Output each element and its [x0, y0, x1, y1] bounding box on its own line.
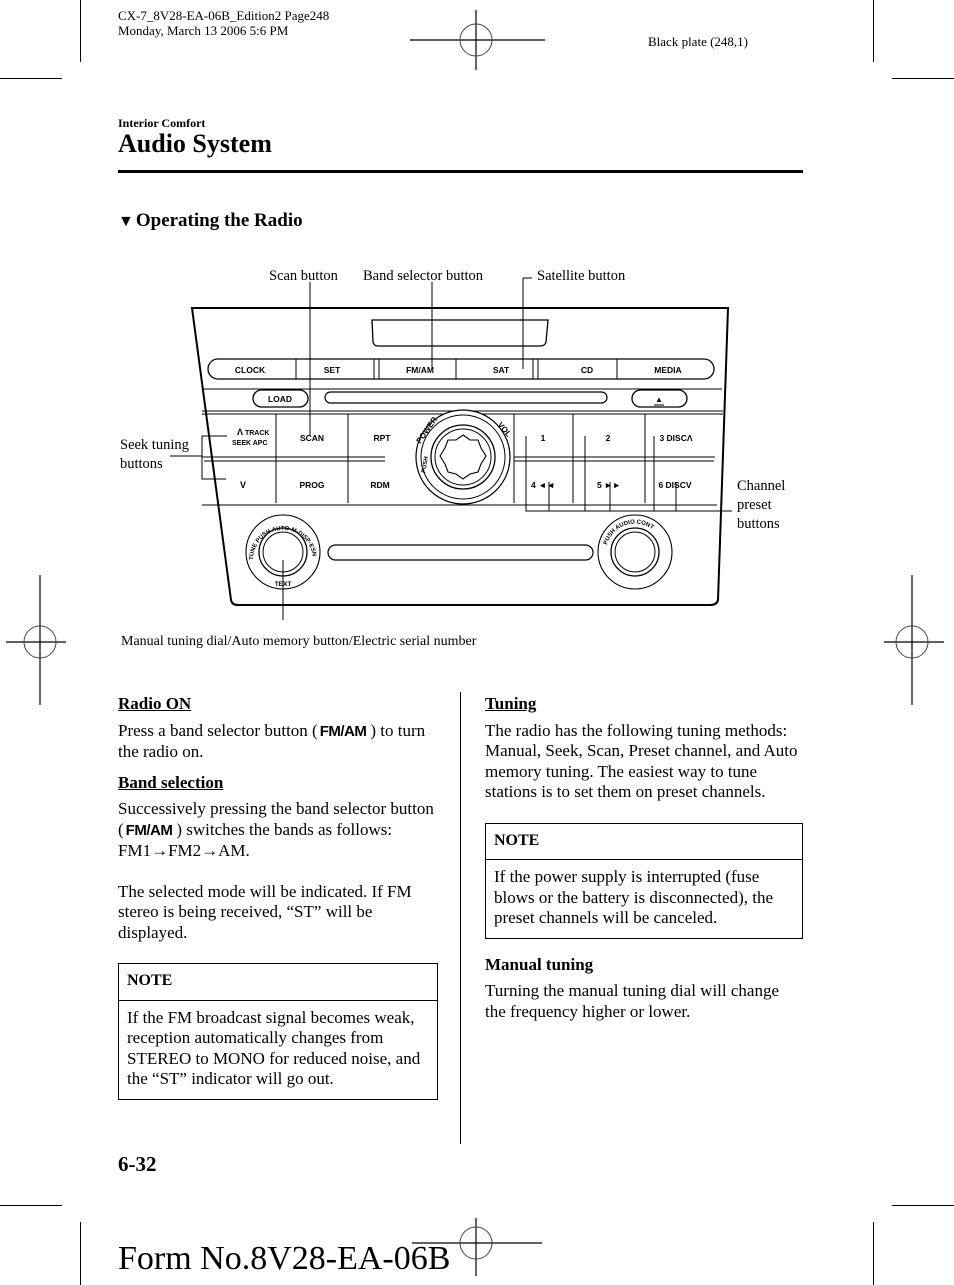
crop-mark — [0, 78, 62, 79]
preset-4-rewind[interactable]: 4 ◄◄ — [531, 480, 555, 490]
crop-mark — [873, 1222, 874, 1285]
button-rdm[interactable]: RDM — [370, 480, 389, 490]
crop-mark — [80, 1222, 81, 1285]
preset-2[interactable]: 2 — [606, 433, 611, 443]
button-cd[interactable]: CD — [581, 365, 593, 375]
button-clock[interactable]: CLOCK — [235, 365, 266, 375]
note-heading: NOTE — [486, 824, 802, 860]
triangle-down-icon: ▼ — [118, 213, 134, 230]
tuning-text: The radio has the following tuning metho… — [485, 720, 798, 802]
radio-on-heading: Radio ON — [118, 694, 192, 713]
subheading: ▼ Operating the Radio — [118, 210, 303, 232]
left-column: Radio ON Press a band selector button (F… — [118, 694, 438, 1100]
subheading-text: Operating the Radio — [135, 210, 303, 231]
button-sat[interactable]: SAT — [493, 365, 510, 375]
preset-6-disc-down[interactable]: 6 DISCV — [658, 480, 691, 490]
note-heading: NOTE — [119, 964, 437, 1001]
button-load[interactable]: LOAD — [268, 394, 292, 404]
button-seek-down[interactable]: V — [240, 480, 246, 490]
fm-am-button-glyph: FM/AM — [125, 821, 173, 839]
page-number: 6-32 — [118, 1152, 157, 1176]
crop-mark — [892, 78, 954, 79]
button-set[interactable]: SET — [324, 365, 341, 375]
band-selection-heading: Band selection — [118, 772, 224, 792]
registration-mark-left — [6, 575, 66, 705]
fm-am-button-glyph: FM/AM — [319, 722, 367, 740]
preset-5-forward[interactable]: 5 ►► — [597, 480, 621, 490]
seek-apc-label: SEEK APC — [232, 440, 268, 447]
radio-on-text: Press a band selector button (FM/AM) to … — [118, 720, 426, 762]
preset-1[interactable]: 1 — [541, 433, 546, 443]
band-selection-text: Successively pressing the band selector … — [118, 799, 434, 860]
crop-mark — [873, 0, 874, 62]
column-divider — [460, 692, 461, 1144]
button-rpt[interactable]: RPT — [374, 433, 392, 443]
button-prog[interactable]: PROG — [299, 480, 324, 490]
button-scan[interactable]: SCAN — [300, 433, 324, 443]
radio-panel-drawing: CLOCK SET FM/AM SAT CD MEDIA LOAD ▲ Λ TR… — [170, 277, 732, 620]
tuning-heading: Tuning — [485, 694, 537, 713]
title-rule — [118, 170, 803, 173]
radio-diagram: Scan button Band selector button Satelli… — [110, 260, 830, 660]
form-number: Form No.8V28-EA-06B — [118, 1240, 451, 1277]
note-body: If the FM broadcast signal becomes weak,… — [127, 1007, 421, 1089]
print-header-line1: CX-7_8V28-EA-06B_Edition2 Page248 — [118, 8, 330, 23]
preset-3-disc-up[interactable]: 3 DISCΛ — [659, 433, 692, 443]
crop-mark — [0, 1205, 62, 1206]
print-header-line2: Monday, March 13 2006 5:6 PM — [118, 23, 289, 38]
black-plate-label: Black plate (248,1) — [648, 34, 748, 49]
note-box-fm-signal: NOTE If the FM broadcast signal becomes … — [118, 963, 438, 1100]
manual-tuning-text: Turning the manual tuning dial will chan… — [485, 981, 779, 1021]
note-box-power-supply: NOTE If the power supply is interrupted … — [485, 822, 803, 939]
print-header-info: CX-7_8V28-EA-06B_Edition2 Page248 Monday… — [118, 8, 329, 38]
crop-mark — [80, 0, 81, 62]
registration-mark-right — [884, 575, 944, 705]
registration-mark-top — [410, 10, 545, 70]
crop-mark — [892, 1205, 954, 1206]
button-eject[interactable]: ▲ — [655, 395, 663, 404]
page-title: Audio System — [118, 129, 272, 158]
mode-text: The selected mode will be indicated. If … — [118, 881, 412, 942]
button-media[interactable]: MEDIA — [654, 365, 681, 375]
right-column: Tuning The radio has the following tunin… — [485, 694, 803, 1032]
manual-tuning-heading: Manual tuning — [485, 954, 594, 974]
button-fm-am[interactable]: FM/AM — [406, 365, 434, 375]
note-body: If the power supply is interrupted (fuse… — [494, 867, 774, 927]
